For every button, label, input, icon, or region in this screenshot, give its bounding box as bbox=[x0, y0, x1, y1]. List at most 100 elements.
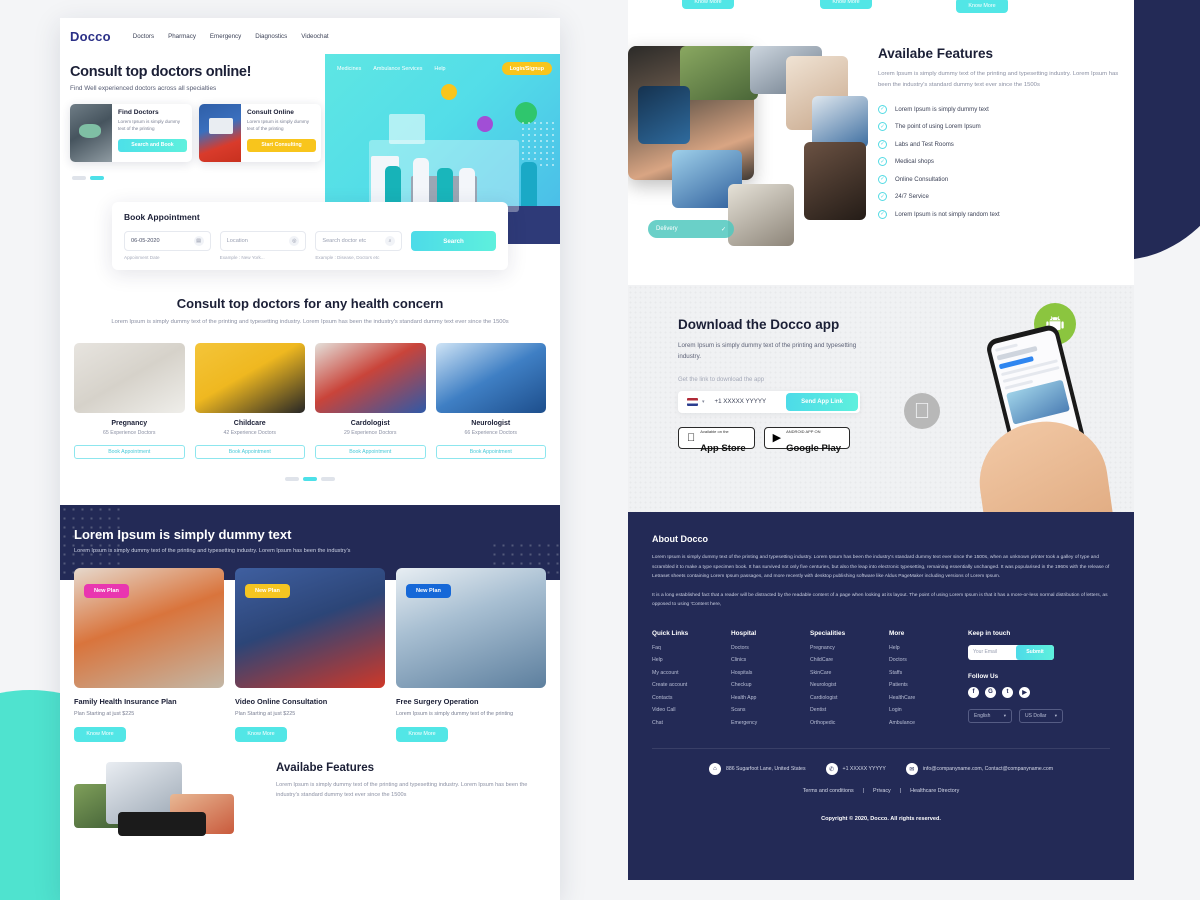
nav-item-ambulance-services[interactable]: Ambulance Services bbox=[373, 66, 422, 72]
know-more-button[interactable]: Know More bbox=[396, 726, 448, 742]
search-and-book-button[interactable]: Search and Book bbox=[118, 138, 187, 152]
language-select[interactable]: English ▾ bbox=[968, 708, 1012, 723]
currency-select[interactable]: US Dollar ▾ bbox=[1019, 708, 1063, 723]
plan-card[interactable]: New Plan Free Surgery Operation Lorem Ip… bbox=[396, 568, 546, 742]
footer-link[interactable]: Dentist bbox=[810, 707, 889, 713]
footer-link[interactable]: Orthopedic bbox=[810, 720, 889, 726]
know-more-button[interactable]: Know More bbox=[235, 726, 287, 742]
google-icon[interactable]: G bbox=[985, 686, 996, 698]
footer-link[interactable]: Cardiologist bbox=[810, 695, 889, 701]
illustration-staff bbox=[437, 168, 453, 206]
nav-item-videochat[interactable]: Videochat bbox=[301, 33, 328, 40]
footer-link[interactable]: Patients bbox=[889, 682, 968, 688]
social-links: f G t ▶ bbox=[968, 686, 1110, 698]
locale-selects: English ▾ US Dollar ▾ bbox=[968, 708, 1110, 723]
nav-item-emergency[interactable]: Emergency bbox=[210, 33, 241, 40]
footer-link[interactable]: Emergency bbox=[731, 720, 810, 726]
date-input[interactable]: 06-05-2020 ▤ bbox=[124, 231, 211, 251]
carousel-dot[interactable] bbox=[321, 477, 335, 482]
carousel-dot-active[interactable] bbox=[303, 477, 317, 482]
hero-card-find-doctors[interactable]: Find Doctors Lorem Ipsum is simply dummy… bbox=[70, 104, 192, 162]
nav-item-diagnostics[interactable]: Diagnostics bbox=[255, 33, 287, 40]
search-button[interactable]: Search bbox=[411, 231, 497, 251]
twitter-icon[interactable]: t bbox=[1002, 686, 1013, 698]
footer-link[interactable]: My account bbox=[652, 670, 731, 676]
nav-item-help[interactable]: Help bbox=[434, 66, 445, 72]
carousel-dot[interactable] bbox=[72, 176, 86, 180]
youtube-icon[interactable]: ▶ bbox=[1019, 686, 1030, 698]
footer-link[interactable]: SkinCare bbox=[810, 670, 889, 676]
footer-link[interactable]: Health App bbox=[731, 695, 810, 701]
privacy-link[interactable]: Privacy bbox=[873, 788, 891, 794]
footer-link[interactable]: Faq bbox=[652, 645, 731, 651]
footer-link[interactable]: Ambulance bbox=[889, 720, 968, 726]
footer-link[interactable]: Help bbox=[889, 645, 968, 651]
doctor-photo bbox=[70, 104, 112, 162]
footer-link[interactable]: Chat bbox=[652, 720, 731, 726]
footer-link[interactable]: Doctors bbox=[731, 645, 810, 651]
footer-link[interactable]: Hospitals bbox=[731, 670, 810, 676]
hero-card-consult-online[interactable]: Consult Online Lorem Ipsum is simply dum… bbox=[199, 104, 321, 162]
know-more-button[interactable]: Know More bbox=[74, 726, 126, 742]
carousel-dot-active[interactable] bbox=[90, 176, 104, 180]
know-more-button[interactable]: Know More bbox=[682, 0, 734, 9]
features-paragraph: Lorem Ipsum is simply dummy text of the … bbox=[276, 781, 528, 798]
footer-link[interactable]: Contacts bbox=[652, 695, 731, 701]
footer-link[interactable]: ChildCare bbox=[810, 657, 889, 663]
calendar-icon[interactable]: ▤ bbox=[193, 236, 204, 246]
send-app-link-button[interactable]: Send App Link bbox=[786, 392, 858, 411]
footer-link[interactable]: Create account bbox=[652, 682, 731, 688]
logo[interactable]: Docco bbox=[70, 29, 111, 44]
apple-icon:  bbox=[687, 432, 695, 444]
specialty-card[interactable]: Neurologist 66 Experience Doctors Book A… bbox=[435, 343, 546, 460]
know-more-button[interactable]: Know More bbox=[956, 0, 1008, 13]
footer-link[interactable]: Login bbox=[889, 707, 968, 713]
footer-link[interactable]: Help bbox=[652, 657, 731, 663]
nav-item-doctors[interactable]: Doctors bbox=[133, 33, 154, 40]
know-more-button[interactable]: Know More bbox=[820, 0, 872, 9]
footer-link[interactable]: Checkup bbox=[731, 682, 810, 688]
specialty-card[interactable]: Pregnancy 65 Experience Doctors Book App… bbox=[74, 343, 185, 460]
plan-card[interactable]: New Plan Family Health Insurance Plan Pl… bbox=[74, 568, 224, 742]
specialty-image bbox=[315, 343, 426, 414]
book-appointment-button[interactable]: Book Appointment bbox=[315, 445, 426, 460]
login-signup-button[interactable]: Login/Signup bbox=[501, 62, 552, 75]
app-store-button[interactable]:  Available on the App Store bbox=[678, 426, 755, 453]
footer-link[interactable]: Staffs bbox=[889, 670, 968, 676]
book-appointment-button[interactable]: Book Appointment bbox=[194, 445, 305, 460]
email-input[interactable]: Your Email bbox=[973, 649, 997, 655]
nav-item-pharmacy[interactable]: Pharmacy bbox=[168, 33, 196, 40]
top-navbar: Docco Doctors Pharmacy Emergency Diagnos… bbox=[60, 18, 560, 54]
location-pin-icon[interactable]: ◎ bbox=[289, 236, 300, 246]
footer-link[interactable]: HealthCare bbox=[889, 695, 968, 701]
hero-carousel-dots[interactable] bbox=[70, 176, 325, 180]
specialty-card[interactable]: Cardologist 29 Experience Doctors Book A… bbox=[315, 343, 426, 460]
specialties-carousel-dots[interactable] bbox=[74, 477, 546, 482]
book-appointment-button[interactable]: Book Appointment bbox=[435, 445, 546, 460]
submit-button[interactable]: Submit bbox=[1016, 644, 1054, 660]
footer-link[interactable]: Doctors bbox=[889, 657, 968, 663]
facebook-icon[interactable]: f bbox=[968, 686, 979, 698]
carousel-dot[interactable] bbox=[285, 477, 299, 482]
phone-input-row[interactable]: ▾ +1 XXXXX YYYYY Send App Link bbox=[678, 390, 860, 413]
google-play-button[interactable]: ▶ ANDROID APP ON Google Play bbox=[763, 426, 851, 453]
book-appointment-button[interactable]: Book Appointment bbox=[74, 445, 185, 460]
location-input[interactable]: Location ◎ bbox=[219, 231, 307, 251]
footer-link[interactable]: Video Call bbox=[652, 707, 731, 713]
footer-link[interactable]: Pregnancy bbox=[810, 645, 889, 651]
specialty-card[interactable]: Childcare 42 Experience Doctors Book App… bbox=[194, 343, 305, 460]
footer-link[interactable]: Neurologist bbox=[810, 682, 889, 688]
footer-link[interactable]: Clinics bbox=[731, 657, 810, 663]
features-text: Availabe Features Lorem Ipsum is simply … bbox=[878, 46, 1134, 251]
search-icon[interactable]: ⌕ bbox=[385, 236, 396, 246]
chevron-down-icon[interactable]: ▾ bbox=[702, 399, 705, 405]
healthcare-directory-link[interactable]: Healthcare Directory bbox=[910, 788, 959, 794]
illustration-doctor bbox=[413, 158, 429, 206]
plan-card[interactable]: New Plan Video Online Consultation Plan … bbox=[235, 568, 385, 742]
footer-link[interactable]: Scans bbox=[731, 707, 810, 713]
start-consulting-button[interactable]: Start Consulting bbox=[247, 138, 316, 152]
doctor-search-input[interactable]: Search doctor etc ⌕ bbox=[315, 231, 403, 251]
terms-link[interactable]: Terms and conditions bbox=[803, 788, 854, 794]
specialties-section: Consult top doctors for any health conce… bbox=[60, 270, 560, 482]
nav-item-medicines[interactable]: Medicines bbox=[337, 66, 361, 72]
